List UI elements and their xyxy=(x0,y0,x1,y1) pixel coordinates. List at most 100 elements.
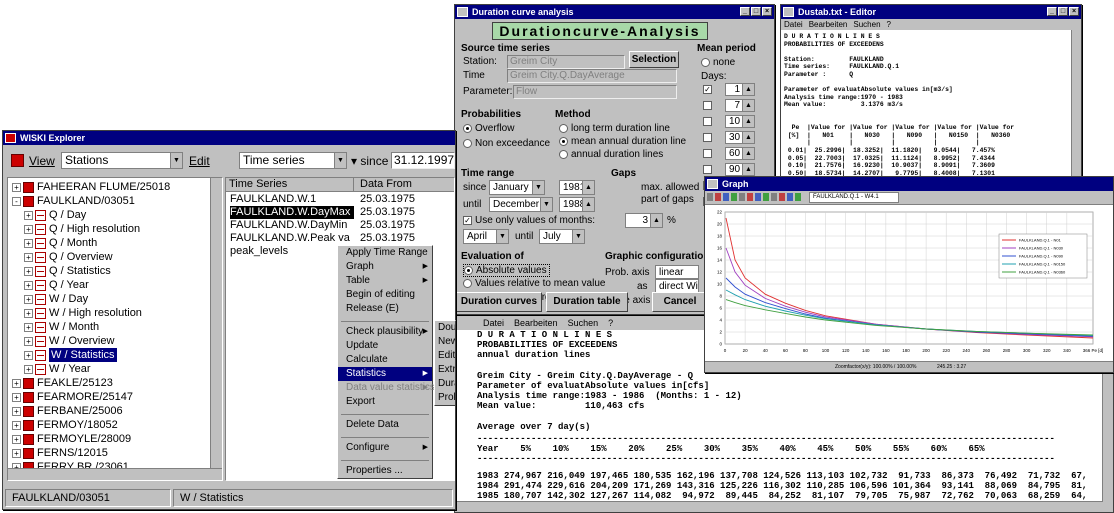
month-to-select[interactable]: July ▼ xyxy=(539,229,585,244)
expand-icon[interactable]: + xyxy=(24,308,33,318)
cancel-button[interactable]: Cancel xyxy=(652,292,708,312)
timeseries-select[interactable]: Time series ▼ xyxy=(239,152,347,169)
menu-item[interactable]: Release (E) xyxy=(338,302,432,316)
use-months-checkbox[interactable]: ✓ Use only values of months: xyxy=(463,215,595,226)
toolbar-tool-icon[interactable] xyxy=(787,193,793,201)
as-select[interactable]: direct Wisk xyxy=(655,279,699,293)
maximize-icon[interactable]: □ xyxy=(1058,7,1068,16)
table-row[interactable]: FAULKLAND.W.1 25.03.1975 xyxy=(230,193,454,206)
expand-icon[interactable]: + xyxy=(12,406,21,416)
day-checkbox[interactable] xyxy=(703,149,712,158)
toolbar-tool-icon[interactable] xyxy=(739,193,745,201)
day-checkbox[interactable] xyxy=(703,165,712,174)
expand-icon[interactable]: + xyxy=(12,434,21,444)
tree-item[interactable]: + FERMOY/18052 xyxy=(12,418,222,432)
menu-datei[interactable]: Datei xyxy=(483,316,504,330)
submenu-item[interactable]: Prob xyxy=(435,391,455,405)
submenu-item[interactable]: Extr xyxy=(435,363,455,377)
tree-item[interactable]: + FAHEERAN FLUME/25018 xyxy=(12,180,222,194)
close-icon[interactable]: × xyxy=(1069,7,1079,16)
since-check[interactable]: ▾ since xyxy=(351,154,388,168)
relative-values-radio[interactable]: Values relative to mean value xyxy=(463,278,605,289)
tree-item[interactable]: + FEAKLE/25123 xyxy=(12,376,222,390)
menu-item[interactable]: Data value statistics ▶ xyxy=(338,381,435,395)
editor2-text[interactable]: D U R A T I O N L I N E S PROBABILITIES O… xyxy=(477,330,742,432)
editor1-text[interactable]: D U R A T I O N L I N E S PROBABILITIES O… xyxy=(784,33,1014,185)
day-spin[interactable]: 1 ▲ xyxy=(725,83,755,96)
toolbar-tool-icon[interactable] xyxy=(755,193,761,201)
method-annual-radio[interactable]: annual duration lines xyxy=(559,149,663,160)
col-header-timeseries[interactable]: Time Series xyxy=(226,178,354,191)
expand-icon[interactable]: + xyxy=(12,448,21,458)
nonexceed-radio[interactable]: Non exceedance xyxy=(463,138,550,149)
selection-button[interactable]: Selection xyxy=(629,51,679,68)
view-label[interactable]: View xyxy=(29,154,55,168)
toolbar-tool-icon[interactable] xyxy=(707,193,713,201)
tree-hscroll[interactable] xyxy=(8,468,222,480)
tree-item[interactable]: + FEARMORE/25147 xyxy=(12,390,222,404)
day-checkbox[interactable]: ✓ xyxy=(703,85,712,94)
duration-curves-button[interactable]: Duration curves xyxy=(456,292,542,312)
menu-item[interactable]: Table ▶ xyxy=(338,274,432,288)
menu-item[interactable]: Graph ▶ xyxy=(338,260,432,274)
expand-icon[interactable]: + xyxy=(24,280,33,290)
tree-item[interactable]: + FERBANE/25006 xyxy=(12,404,222,418)
day-checkbox[interactable] xyxy=(703,117,712,126)
expand-icon[interactable]: + xyxy=(24,224,33,234)
tree-item[interactable]: + Q / Overview xyxy=(12,250,222,264)
tree-item[interactable]: + W / Year xyxy=(12,362,222,376)
mean-none-radio[interactable]: none xyxy=(701,57,735,68)
submenu-item[interactable]: Dura xyxy=(435,377,455,391)
tree-item[interactable]: - FAULKLAND/03051 xyxy=(12,194,222,208)
menu-bearbeiten[interactable]: Bearbeiten xyxy=(809,19,848,30)
toolbar-tool-icon[interactable] xyxy=(715,193,721,201)
view-icon[interactable] xyxy=(11,154,24,167)
day-spin[interactable]: 90 ▲ xyxy=(725,163,755,176)
submenu-item[interactable]: Dou xyxy=(435,321,455,335)
tree-item[interactable]: + FERNS/12015 xyxy=(12,446,222,460)
toolbar-tool-icon[interactable] xyxy=(763,193,769,201)
menu-item[interactable]: Delete Data xyxy=(338,418,432,432)
menu-item[interactable]: Export xyxy=(338,395,432,409)
col-header-datafrom[interactable]: Data From xyxy=(354,178,454,191)
day-spin[interactable]: 60 ▲ xyxy=(725,147,755,160)
menu-bearbeiten[interactable]: Bearbeiten xyxy=(514,316,558,330)
until-month-select[interactable]: December ▼ xyxy=(489,197,553,212)
menu-suchen[interactable]: Suchen xyxy=(853,19,880,30)
duration-chart[interactable]: 0 20 40 60 80 100 120 140 160 180 200 220 240 260 280 3… xyxy=(705,206,1113,360)
editor1-vscroll[interactable] xyxy=(1071,30,1081,190)
expand-icon[interactable]: + xyxy=(24,364,33,374)
minimize-icon[interactable]: _ xyxy=(740,7,750,16)
explorer-titlebar[interactable]: WISKI Explorer xyxy=(3,131,455,145)
submenu-item[interactable]: New xyxy=(435,335,455,349)
absolute-values-radio[interactable]: Absolute values xyxy=(463,264,550,277)
until-year-spin[interactable]: 1988 ▲ xyxy=(559,197,595,212)
expand-icon[interactable]: + xyxy=(12,420,21,430)
expand-icon[interactable]: + xyxy=(24,336,33,346)
menu-item[interactable]: Configure ▶ xyxy=(338,441,432,455)
expand-icon[interactable]: + xyxy=(24,350,33,360)
tree-item[interactable]: + W / Statistics xyxy=(12,348,222,362)
tree-item[interactable]: + Q / High resolution xyxy=(12,222,222,236)
menu-suchen[interactable]: Suchen xyxy=(568,316,599,330)
menu-item[interactable]: Properties ... xyxy=(338,464,432,478)
station-tree[interactable]: + FAHEERAN FLUME/25018 - FAULKLAND/03051 + Q … xyxy=(7,177,223,481)
expand-icon[interactable]: + xyxy=(12,182,21,192)
series-combo[interactable]: FAULKLAND.Q.1 - W4.1 xyxy=(809,192,899,203)
tree-item[interactable]: + Q / Day xyxy=(12,208,222,222)
toolbar-tool-icon[interactable] xyxy=(771,193,777,201)
month-from-select[interactable]: April ▼ xyxy=(463,229,509,244)
day-spin[interactable]: 10 ▲ xyxy=(725,115,755,128)
prob-axis-select[interactable]: linear xyxy=(655,265,699,279)
expand-icon[interactable]: + xyxy=(24,322,33,332)
toolbar-tool-icon[interactable] xyxy=(779,193,785,201)
menu-datei[interactable]: Datei xyxy=(784,19,803,30)
table-row[interactable]: FAULKLAND.W.Peak va 25.03.1975 xyxy=(230,232,454,245)
since-month-select[interactable]: January ▼ xyxy=(489,180,545,195)
maximize-icon[interactable]: □ xyxy=(751,7,761,16)
tree-vscroll[interactable] xyxy=(210,178,222,480)
menu-item[interactable]: Check plausibility ▶ xyxy=(338,325,432,339)
menu-help[interactable]: ? xyxy=(608,316,613,330)
tree-item[interactable]: + W / Day xyxy=(12,292,222,306)
submenu-item[interactable]: Edit xyxy=(435,349,455,363)
